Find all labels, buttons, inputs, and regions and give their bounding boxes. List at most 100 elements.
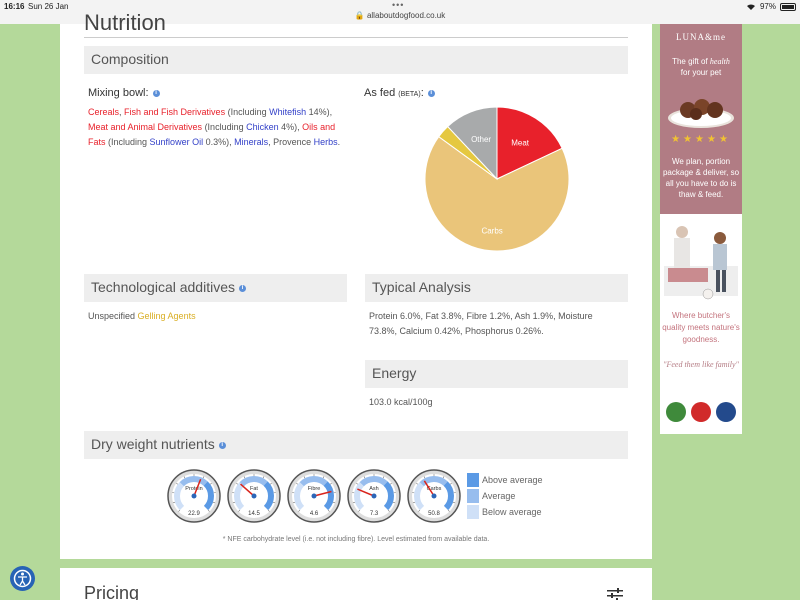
info-icon[interactable]: i: [218, 441, 226, 449]
as-fed-text: As fed: [364, 87, 396, 99]
wifi-icon: [746, 3, 755, 10]
gauge-dial: Fat 14.5: [227, 469, 281, 523]
legend-swatch: [467, 489, 479, 503]
composition-header: Composition: [84, 46, 628, 74]
ad-quote: "Feed them like family": [663, 360, 739, 369]
pricing-card: Pricing: [60, 568, 652, 600]
info-icon[interactable]: i: [152, 89, 160, 97]
title-divider: [84, 37, 628, 38]
gauge-legend: Above average Average Below average: [467, 472, 543, 520]
as-fed-pie-chart: Meat Carbs Other: [424, 106, 570, 252]
percent-text: 0.3%),: [203, 137, 235, 147]
gauge-value: 14.5: [248, 511, 260, 517]
gauge-value: 22.9: [188, 511, 200, 517]
ingredient-minerals[interactable]: Minerals: [234, 137, 268, 147]
ad-quality-text: Where butcher's quality meets nature's g…: [662, 311, 740, 344]
lock-icon: 🔒: [354, 11, 365, 20]
ad-rating-stars: ★★★★★: [671, 134, 731, 145]
mixing-bowl-ingredients: Cereals, Fish and Fish Derivatives (Incl…: [88, 105, 343, 150]
provence-text: , Provence: [268, 137, 314, 147]
as-fed-label: As fed (BETA): i: [364, 87, 435, 99]
gauge-label: Protein: [185, 486, 202, 492]
ingredient-cereals[interactable]: Cereals: [88, 107, 119, 117]
nutrition-title: Nutrition: [84, 10, 166, 35]
legend-label: Below average: [482, 507, 542, 517]
legend-label: Average: [482, 491, 516, 501]
pie-label: Other: [471, 135, 491, 144]
legend-swatch: [467, 473, 479, 487]
legend-swatch: [467, 505, 479, 519]
energy-header: Energy: [365, 360, 628, 388]
pie-label: Carbs: [481, 227, 502, 236]
gauge-dial: Ash 7.3: [347, 469, 401, 523]
tech-additives-header: Technological additives i: [84, 274, 347, 302]
tech-additives-text: Unspecified Gelling Agents: [88, 309, 196, 324]
unspecified-text: Unspecified: [88, 311, 138, 321]
gauge-fat: Fat 14.5: [227, 469, 281, 523]
battery-percent: 97%: [759, 2, 776, 11]
ingredient-meat[interactable]: Meat and Animal Derivatives: [88, 122, 202, 132]
more-dots-icon[interactable]: •••: [392, 0, 404, 10]
energy-value: 103.0 kcal/100g: [369, 397, 433, 407]
ingredient-sunflower[interactable]: Sunflower Oil: [150, 137, 204, 147]
nutritionally-approved-badge: [666, 402, 687, 422]
gauge-dial: Fibre 4.6: [287, 469, 341, 523]
mixing-bowl-text: Mixing bowl:: [88, 87, 149, 99]
percent-text: 4%),: [278, 122, 303, 132]
filter-settings-icon[interactable]: [607, 588, 623, 600]
including-text: (Including: [225, 107, 270, 117]
gelling-agents-link[interactable]: Gelling Agents: [138, 311, 196, 321]
dry-weight-header: Dry weight nutrients i: [84, 431, 628, 459]
tech-additives-heading: Technological additives: [91, 279, 235, 295]
gauge-carbs: Carbs 50.8: [407, 469, 461, 523]
pie-label: Meat: [511, 139, 530, 148]
including-text: (Including: [202, 122, 247, 132]
legend-label: Above average: [482, 475, 543, 485]
as-fed-beta: (BETA): [398, 91, 421, 98]
typical-analysis-text: Protein 6.0%, Fat 3.8%, Fibre 1.2%, Ash …: [369, 311, 593, 336]
mixing-bowl-label: Mixing bowl: i: [88, 87, 160, 99]
including-text: (Including: [105, 137, 150, 147]
nfe-footnote: * NFE carbohydrate level (i.e. not inclu…: [222, 536, 490, 543]
gauge-label: Fibre: [308, 486, 321, 492]
food-bowl-image: [668, 99, 734, 128]
gauge-value: 7.3: [370, 511, 379, 517]
gauge-ash: Ash 7.3: [347, 469, 401, 523]
gauge-fibre: Fibre 4.6: [287, 469, 341, 523]
ad-tagline: The gift of health for your pet: [660, 56, 742, 78]
url-text: allaboutdogfood.co.uk: [366, 11, 446, 20]
legend-above: Above average: [467, 472, 543, 488]
nutrition-card: Nutrition Composition Mixing bowl: i Cere…: [60, 10, 652, 559]
ingredient-herbs[interactable]: Herbs: [314, 137, 338, 147]
gauge-value: 4.6: [310, 511, 319, 517]
energy-heading: Energy: [372, 365, 417, 381]
uk-sourced-badge: [715, 402, 736, 422]
gauge-label: Fat: [250, 486, 258, 492]
accessibility-icon: [13, 569, 32, 588]
gauge-label: Ash: [369, 486, 378, 492]
period: .: [337, 137, 341, 147]
date: Sun 26 Jan: [28, 2, 69, 11]
info-icon[interactable]: i: [427, 89, 435, 97]
info-icon[interactable]: i: [238, 284, 246, 292]
battery-icon: [780, 2, 796, 11]
ingredient-chicken[interactable]: Chicken: [246, 122, 279, 132]
clock: 16:16: [4, 2, 25, 11]
gauge-protein: Protein 22.9: [167, 469, 221, 523]
gauge-value: 50.8: [428, 511, 440, 517]
ingredient-fish[interactable]: Fish and Fish Derivatives: [124, 107, 225, 117]
accessibility-button[interactable]: [10, 566, 35, 591]
typical-analysis-heading: Typical Analysis: [372, 279, 471, 295]
legend-average: Average: [467, 488, 543, 504]
percent-text: 14%),: [306, 107, 333, 117]
butcher-illustration: [664, 226, 738, 300]
butcher-quality-badge: [690, 402, 711, 422]
dry-weight-heading: Dry weight nutrients: [91, 436, 215, 452]
composition-heading: Composition: [91, 51, 169, 67]
ad-tagline-2: for your pet: [680, 68, 722, 77]
luna-and-me-advert[interactable]: LUNA&me The gift of health for your pet …: [660, 24, 742, 434]
pricing-heading: Pricing: [84, 583, 140, 600]
ingredient-whitefish[interactable]: Whitefish: [269, 107, 306, 117]
ad-badges: [664, 402, 738, 422]
ad-copy: We plan, portion package & deliver, so a…: [662, 157, 740, 199]
